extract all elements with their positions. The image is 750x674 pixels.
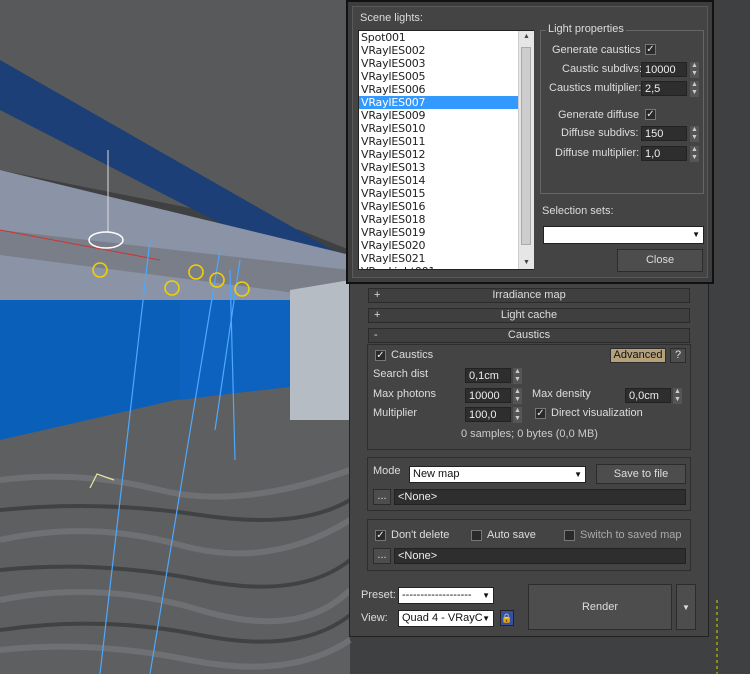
rollout-caustics[interactable]: - Caustics xyxy=(368,328,690,343)
selection-sets-select[interactable]: ▼ xyxy=(543,226,704,244)
caustic-subdivs-input[interactable]: 10000 xyxy=(641,62,687,77)
scene-light-item[interactable]: VRayIES010 xyxy=(359,122,533,135)
chevron-down-icon: ▼ xyxy=(682,603,690,612)
max-density-label: Max density xyxy=(532,388,591,400)
multiplier-input[interactable]: 100,0 xyxy=(465,407,511,422)
generate-caustics-checkbox[interactable]: ✓ xyxy=(645,44,656,55)
scene-light-item[interactable]: VRayIES020 xyxy=(359,239,533,252)
lock-icon[interactable]: 🔒 xyxy=(500,610,514,626)
caustics-checkbox[interactable]: ✓ xyxy=(375,350,386,361)
scene-light-item[interactable]: VRayIES006 xyxy=(359,83,533,96)
scene-light-item[interactable]: VRayLight001 xyxy=(359,265,533,269)
caustics-multiplier-input[interactable]: 2,5 xyxy=(641,81,687,96)
caustic-subdivs-label: Caustic subdivs: xyxy=(562,63,643,75)
preset-select-value: ------------------- xyxy=(402,589,472,601)
direct-visualization-checkbox[interactable]: ✓ xyxy=(535,408,546,419)
diffuse-subdivs-label: Diffuse subdivs: xyxy=(561,127,639,139)
scene-light-item[interactable]: VRayIES005 xyxy=(359,70,533,83)
scene-light-item[interactable]: VRayIES016 xyxy=(359,200,533,213)
multiplier-label: Multiplier xyxy=(373,407,418,419)
auto-save-label: Auto save xyxy=(487,529,536,541)
view-label: View: xyxy=(361,612,388,624)
switch-saved-map-label: Switch to saved map xyxy=(580,529,682,541)
caustics-multiplier-label: Caustics multiplier: xyxy=(549,82,642,94)
mode-select-value: New map xyxy=(413,468,460,480)
scene-lights-list[interactable]: Spot001 VRayIES002 VRayIES003 VRayIES005 VRa… xyxy=(358,30,534,270)
save-to-file-button[interactable]: Save to file xyxy=(596,464,686,484)
diffuse-multiplier-input[interactable]: 1,0 xyxy=(641,146,687,161)
diffuse-subdivs-spinner[interactable]: ▲ ▼ xyxy=(690,126,699,142)
rollout-irradiance-map[interactable]: + Irradiance map xyxy=(368,288,690,303)
max-density-spinner[interactable]: ▲ ▼ xyxy=(673,388,682,404)
chevron-down-icon: ▼ xyxy=(692,230,700,239)
scene-light-item[interactable]: VRayIES002 xyxy=(359,44,533,57)
caustics-label: Caustics xyxy=(391,349,434,361)
scene-light-item[interactable]: VRayIES009 xyxy=(359,109,533,122)
scene-light-item[interactable]: VRayIES012 xyxy=(359,148,533,161)
search-dist-spinner[interactable]: ▲ ▼ xyxy=(513,368,522,384)
diffuse-multiplier-spinner[interactable]: ▲ ▼ xyxy=(690,146,699,162)
direct-visualization-label: Direct visualization xyxy=(551,407,643,419)
search-dist-input[interactable]: 0,1cm xyxy=(465,368,511,383)
light-properties-title: Light properties xyxy=(546,23,626,35)
diffuse-subdivs-input[interactable]: 150 xyxy=(641,126,687,141)
auto-save-checkbox[interactable] xyxy=(471,530,482,541)
scene-light-item[interactable]: VRayIES019 xyxy=(359,226,533,239)
generate-caustics-label: Generate caustics xyxy=(552,44,641,56)
scene-lights-scrollbar[interactable]: ▲ ▼ xyxy=(518,31,534,269)
max-density-input[interactable]: 0,0cm xyxy=(625,388,671,403)
chevron-down-icon: ▼ xyxy=(482,591,490,600)
caustics-multiplier-spinner[interactable]: ▲ ▼ xyxy=(690,81,699,97)
scene-light-item[interactable]: VRayIES015 xyxy=(359,187,533,200)
chevron-down-icon: ▼ xyxy=(482,611,490,626)
dont-delete-label: Don't delete xyxy=(391,529,450,541)
view-select-value: Quad 4 - VRayC xyxy=(402,612,483,624)
scene-lights-title: Scene lights: xyxy=(360,12,423,24)
preset-label: Preset: xyxy=(361,589,396,601)
scene-light-item[interactable]: VRayIES013 xyxy=(359,161,533,174)
search-dist-label: Search dist xyxy=(373,368,429,380)
save-file-path[interactable]: <None> xyxy=(394,548,686,564)
max-photons-input[interactable]: 10000 xyxy=(465,388,511,403)
scene-light-item[interactable]: Spot001 xyxy=(359,31,533,44)
generate-diffuse-label: Generate diffuse xyxy=(558,109,640,121)
render-dropdown-button[interactable]: ▼ xyxy=(676,584,696,630)
scene-light-item[interactable]: VRayIES018 xyxy=(359,213,533,226)
scene-light-item[interactable]: VRayIES011 xyxy=(359,135,533,148)
diffuse-multiplier-label: Diffuse multiplier: xyxy=(555,147,640,159)
dont-delete-checkbox[interactable]: ✓ xyxy=(375,530,386,541)
scene-light-item[interactable]: VRayIES021 xyxy=(359,252,533,265)
preset-select[interactable]: ------------------- ▼ xyxy=(398,587,494,604)
caustic-subdivs-spinner[interactable]: ▲ ▼ xyxy=(690,62,699,78)
scroll-up-icon[interactable]: ▲ xyxy=(519,31,534,43)
scene-light-item[interactable]: VRayIES007 xyxy=(359,96,533,109)
rollout-light-cache[interactable]: + Light cache xyxy=(368,308,690,323)
mode-label: Mode xyxy=(373,465,401,477)
close-button[interactable]: Close xyxy=(617,249,703,272)
scene-light-item[interactable]: VRayIES003 xyxy=(359,57,533,70)
chevron-down-icon: ▼ xyxy=(574,470,582,479)
generate-diffuse-checkbox[interactable]: ✓ xyxy=(645,109,656,120)
selection-sets-label: Selection sets: xyxy=(542,205,614,217)
scene-lights-items: Spot001 VRayIES002 VRayIES003 VRayIES005 VRa… xyxy=(359,31,533,269)
map-file-browse-button[interactable]: ... xyxy=(373,489,391,505)
advanced-button[interactable]: Advanced xyxy=(610,348,666,363)
scene-light-item[interactable]: VRayIES014 xyxy=(359,174,533,187)
mode-select[interactable]: New map ▼ xyxy=(409,466,586,483)
help-button[interactable]: ? xyxy=(670,348,686,363)
scrollbar-thumb[interactable] xyxy=(521,47,531,245)
map-file-path[interactable]: <None> xyxy=(394,489,686,505)
save-file-browse-button[interactable]: ... xyxy=(373,548,391,564)
render-button[interactable]: Render xyxy=(528,584,672,630)
scroll-down-icon[interactable]: ▼ xyxy=(519,257,534,269)
caustics-info: 0 samples; 0 bytes (0,0 MB) xyxy=(461,428,598,440)
max-photons-spinner[interactable]: ▲ ▼ xyxy=(513,388,522,404)
max-photons-label: Max photons xyxy=(373,388,436,400)
view-select[interactable]: Quad 4 - VRayC ▼ xyxy=(398,610,494,627)
switch-saved-map-checkbox[interactable] xyxy=(564,530,575,541)
multiplier-spinner[interactable]: ▲ ▼ xyxy=(513,407,522,423)
